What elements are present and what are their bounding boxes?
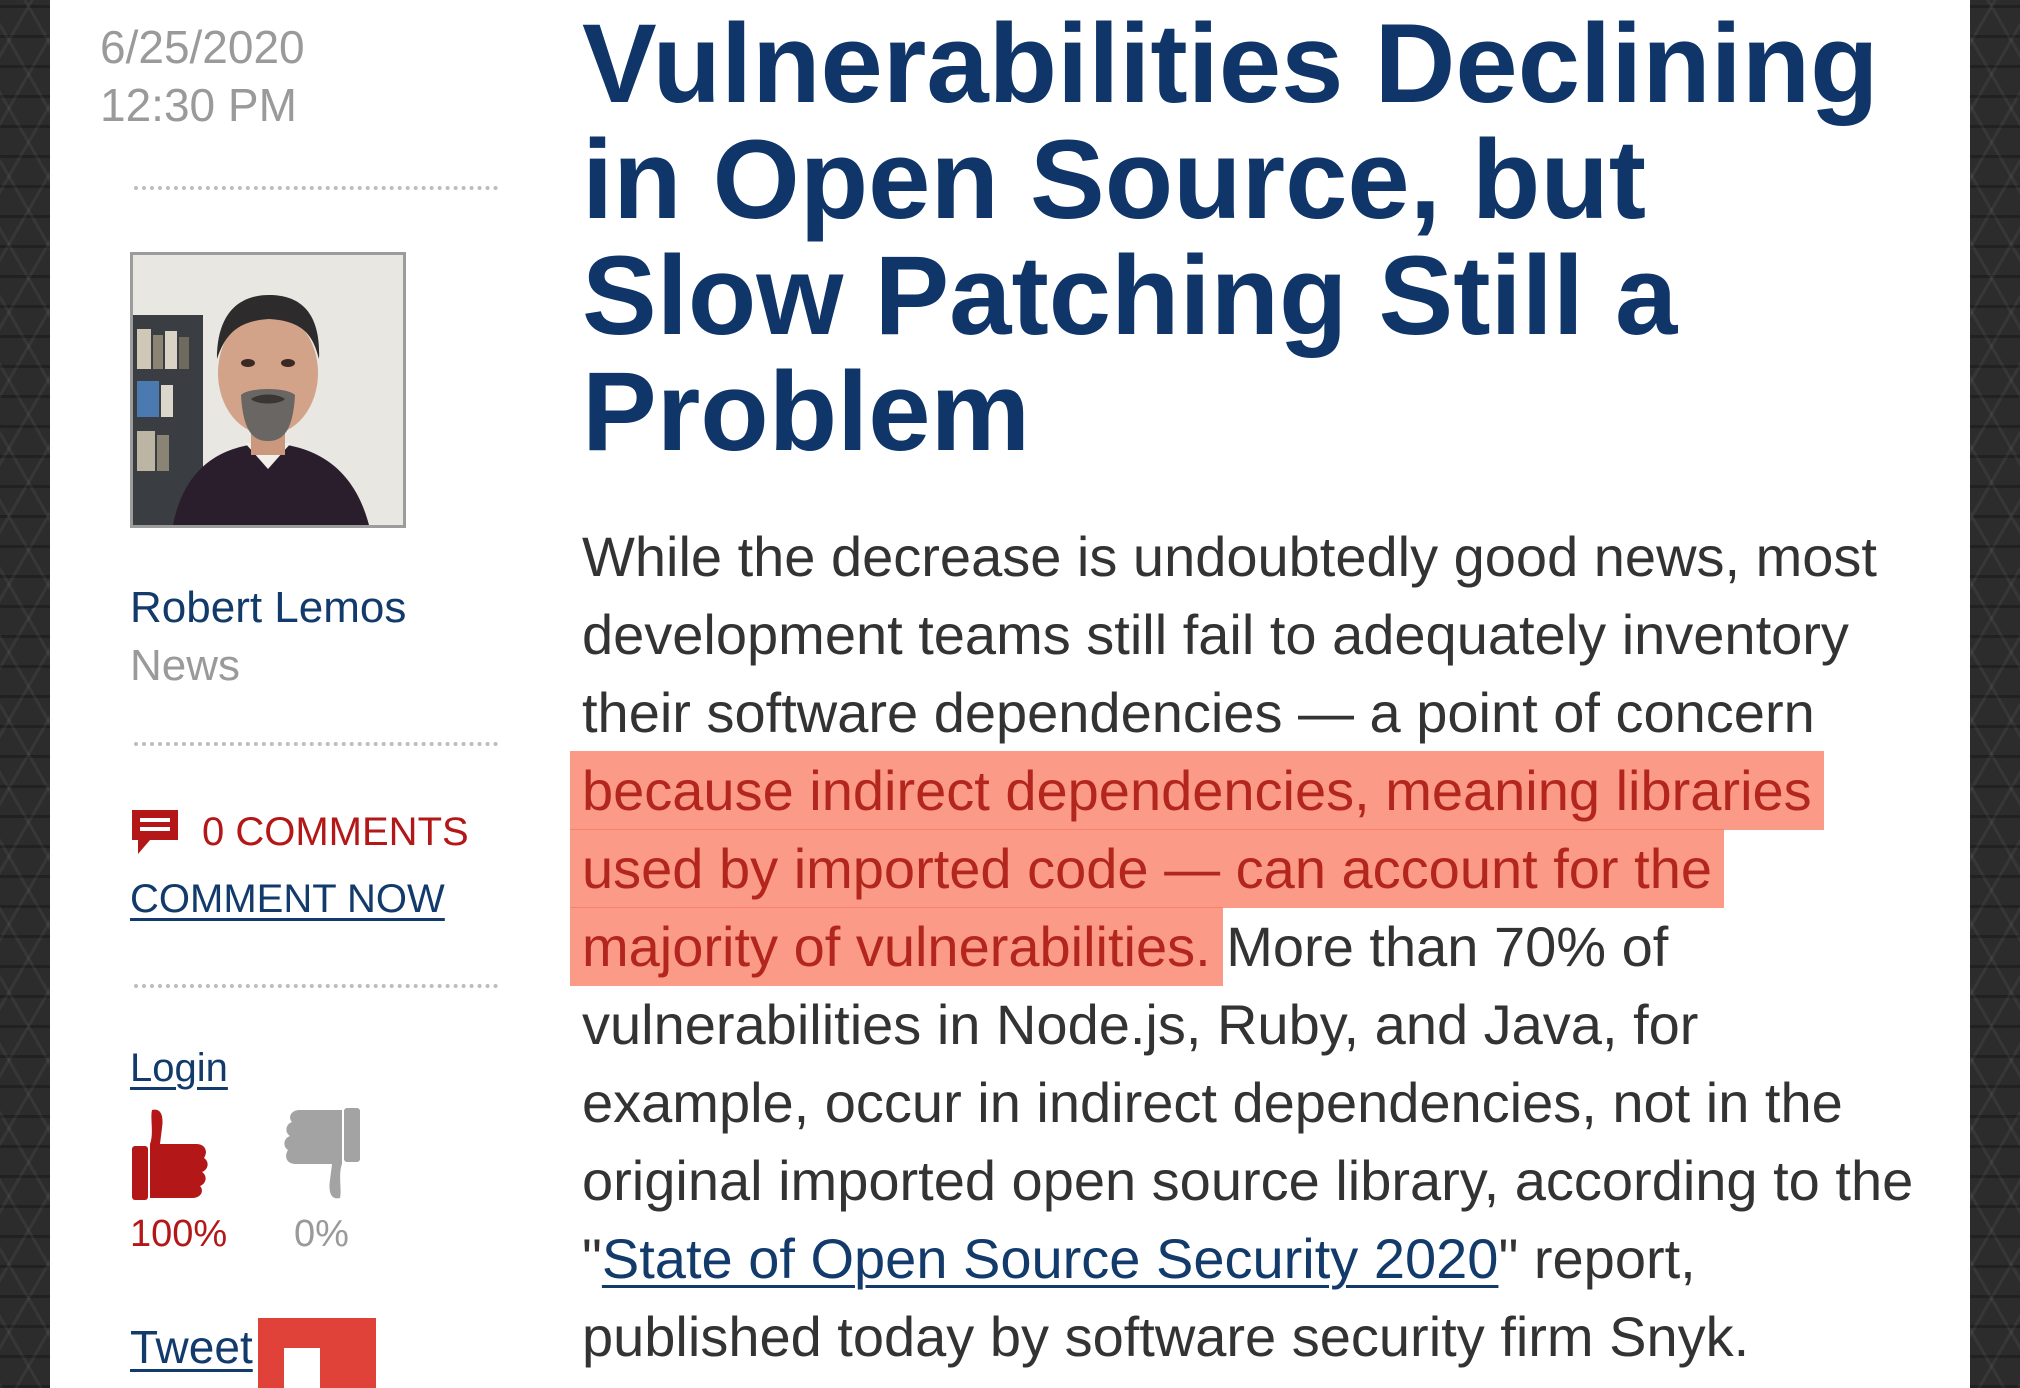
comment-bubble-icon bbox=[132, 810, 178, 854]
article-body: While the decrease is undoubtedly good n… bbox=[570, 518, 1922, 1376]
comment-now-link[interactable]: COMMENT NOW bbox=[130, 874, 445, 924]
sidebar-divider bbox=[134, 742, 498, 746]
thumbs-down-percent: 0% bbox=[294, 1213, 349, 1255]
article-page: 6/25/2020 12:30 PM Robert Lemos News 0 C… bbox=[50, 0, 1970, 1388]
author-avatar[interactable] bbox=[130, 252, 406, 528]
sidebar-divider bbox=[134, 984, 498, 988]
tweet-button[interactable]: Tweet bbox=[130, 1318, 253, 1376]
thumbs-up-percent: 100% bbox=[130, 1213, 228, 1255]
flipboard-icon[interactable] bbox=[258, 1318, 376, 1388]
report-link[interactable]: State of Open Source Security 2020 bbox=[602, 1227, 1499, 1290]
author-name[interactable]: Robert Lemos bbox=[130, 580, 406, 636]
date-text: 6/25/2020 bbox=[100, 21, 305, 73]
login-link[interactable]: Login bbox=[130, 1043, 228, 1093]
author-photo-image bbox=[133, 255, 403, 525]
article-title: Vulnerabilities Declining in Open Source… bbox=[582, 1, 1879, 474]
comments-count-row[interactable]: 0 COMMENTS bbox=[130, 808, 469, 856]
thumbs-down-icon[interactable] bbox=[282, 1104, 362, 1204]
comments-count: 0 COMMENTS bbox=[202, 810, 469, 854]
publish-date: 6/25/2020 12:30 PM bbox=[100, 18, 305, 134]
time-text: 12:30 PM bbox=[100, 79, 297, 131]
flipboard-notch bbox=[284, 1348, 320, 1388]
thumbs-up-icon[interactable] bbox=[130, 1104, 210, 1204]
author-section: News bbox=[130, 641, 241, 690]
sidebar-divider bbox=[134, 186, 498, 190]
body-text-intro: While the decrease is undoubtedly good n… bbox=[582, 525, 1877, 744]
